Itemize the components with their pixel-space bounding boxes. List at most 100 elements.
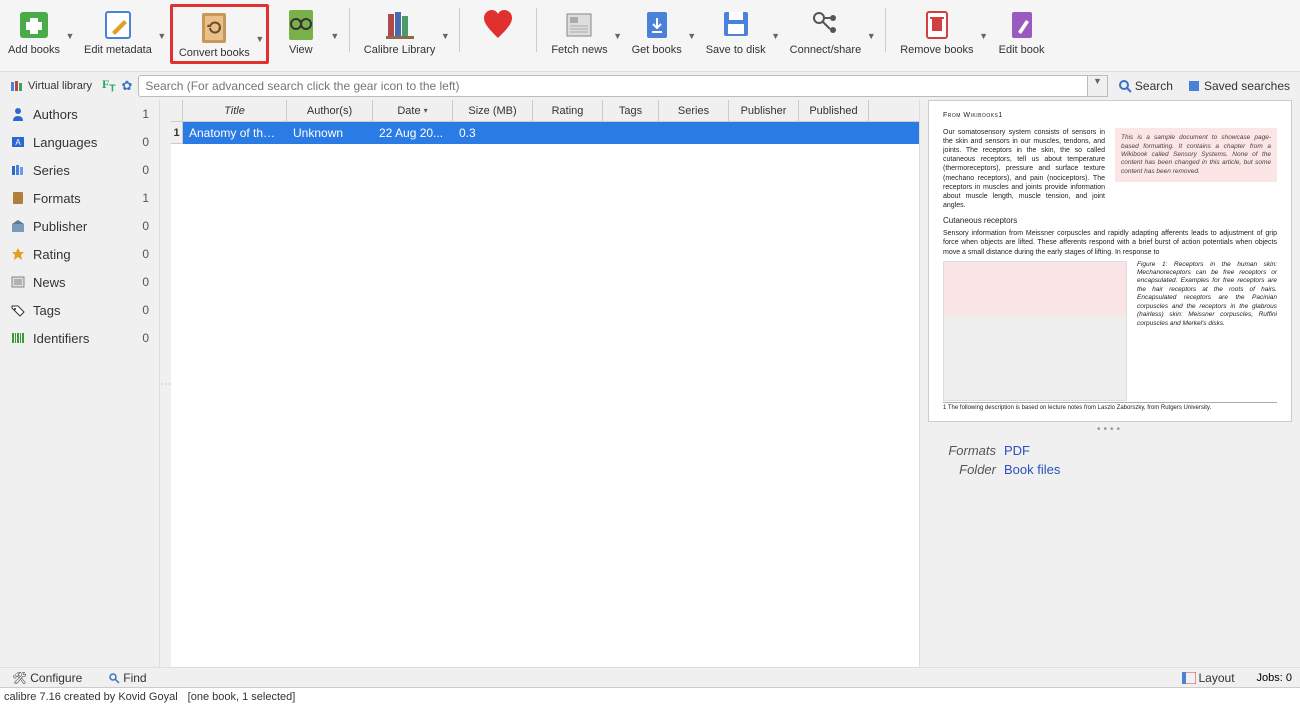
sidebar-item-label: Tags (33, 303, 60, 318)
formats-link[interactable]: PDF (1004, 443, 1030, 458)
find-button[interactable]: Find (104, 669, 150, 687)
search-bar: Virtual library FT ✿ ▼ Search Saved sear… (0, 72, 1300, 100)
preview-figure (943, 261, 1127, 401)
sidebar-item-count: 0 (142, 247, 149, 261)
configure-button[interactable]: 🛠 Configure (8, 669, 86, 687)
virtual-library-button[interactable]: Virtual library (6, 77, 96, 95)
preview-subhead: Cutaneous receptors (943, 216, 1277, 226)
add-books-icon (16, 6, 52, 42)
preview-paragraph-2: Sensory information from Meissner corpus… (943, 229, 1277, 256)
preview-figure-caption: Figure 1: Receptors in the human skin: M… (1137, 261, 1277, 401)
sidebar-item-label: Languages (33, 135, 97, 150)
connect-share-button[interactable]: Connect/share (784, 4, 868, 58)
formats-icon (10, 190, 26, 206)
series-icon (10, 162, 26, 178)
virtual-library-label: Virtual library (28, 80, 92, 92)
languages-icon: A (10, 134, 26, 150)
column-header-rating[interactable]: Rating (533, 100, 603, 121)
cell: 0.3 (453, 126, 533, 140)
column-header-authors[interactable]: Author(s) (287, 100, 373, 121)
search-input[interactable] (138, 75, 1088, 97)
sidebar-item-label: Authors (33, 107, 78, 122)
tag-browser: Authors1ALanguages0Series0Formats1Publis… (0, 100, 160, 667)
table-header: TitleAuthor(s)DateSize (MB)RatingTagsSer… (171, 100, 919, 122)
tags-icon (10, 302, 26, 318)
edit-metadata-icon (100, 6, 136, 42)
identifiers-icon (10, 330, 26, 346)
remove-books-button[interactable]: Remove books (894, 4, 979, 58)
sidebar-item-count: 1 (142, 107, 149, 121)
fetch-news-button[interactable]: Fetch news (545, 4, 613, 58)
column-header-published[interactable]: Published (799, 100, 869, 121)
sidebar-item-count: 0 (142, 303, 149, 317)
cover-preview[interactable]: From Wikibooks1 Our somatosensory system… (928, 100, 1292, 422)
save-icon (718, 6, 754, 42)
book-details-panel: From Wikibooks1 Our somatosensory system… (920, 100, 1300, 667)
sidebar-item-count: 0 (142, 275, 149, 289)
save-to-disk-button[interactable]: Save to disk (700, 4, 772, 58)
preview-paragraph: Our somatosensory system consists of sen… (943, 128, 1105, 210)
view-icon (283, 6, 319, 42)
sidebar-item-count: 0 (142, 163, 149, 177)
layout-button[interactable]: Layout (1178, 669, 1239, 687)
view-button[interactable]: View (271, 4, 331, 58)
preview-note: This is a sample document to showcase pa… (1115, 128, 1277, 182)
column-header-title[interactable]: Title (183, 100, 287, 121)
bottom-bar: 🛠 Configure Find Layout Jobs: 0 (0, 667, 1300, 687)
saved-searches-button[interactable]: Saved searches (1183, 77, 1294, 95)
donate-button[interactable] (468, 4, 528, 46)
authors-icon (10, 106, 26, 122)
cell: 1 (171, 122, 183, 144)
sidebar-item-languages[interactable]: ALanguages0 (0, 128, 159, 156)
sidebar-item-news[interactable]: News0 (0, 268, 159, 296)
sidebar-item-formats[interactable]: Formats1 (0, 184, 159, 212)
column-header-rownum[interactable] (171, 100, 183, 121)
preview-footnote: 1 The following description is based on … (943, 402, 1277, 413)
sidebar-item-label: Rating (33, 247, 71, 262)
news-icon (10, 274, 26, 290)
add-books-button[interactable]: Add books (2, 4, 66, 58)
sidebar-splitter[interactable]: ⋮ (160, 379, 171, 389)
calibre-library-button[interactable]: Calibre Library (358, 4, 442, 58)
svg-text:A: A (15, 138, 21, 147)
column-header-date[interactable]: Date (373, 100, 453, 121)
edit-book-button[interactable]: Edit book (992, 4, 1052, 58)
formats-label: Formats (936, 443, 996, 458)
edit-metadata-button[interactable]: Edit metadata (78, 4, 158, 58)
sidebar-item-count: 1 (142, 191, 149, 205)
search-button[interactable]: Search (1114, 77, 1177, 95)
column-header-sizemb[interactable]: Size (MB) (453, 100, 533, 121)
book-list: TitleAuthor(s)DateSize (MB)RatingTagsSer… (171, 100, 920, 667)
folder-link[interactable]: Book files (1004, 462, 1060, 477)
column-header-series[interactable]: Series (659, 100, 729, 121)
get-books-icon (639, 6, 675, 42)
get-books-button[interactable]: Get books (626, 4, 688, 58)
sidebar-item-label: Publisher (33, 219, 87, 234)
sidebar-item-publisher[interactable]: Publisher0 (0, 212, 159, 240)
convert-books-icon (196, 9, 232, 45)
cell: Anatomy of the ... (183, 126, 287, 140)
search-gear-icon[interactable]: ✿ (121, 78, 132, 94)
table-row[interactable]: 1Anatomy of the ...Unknown22 Aug 20...0.… (171, 122, 919, 144)
convert-books-button[interactable]: Convert books (173, 7, 256, 61)
preview-source: From Wikibooks1 (943, 111, 1277, 120)
folder-label: Folder (936, 462, 996, 477)
heart-icon (480, 6, 516, 42)
edit-book-icon (1004, 6, 1040, 42)
search-icon (108, 672, 120, 684)
books-icon (10, 79, 24, 93)
sidebar-item-identifiers[interactable]: Identifiers0 (0, 324, 159, 352)
cell: Unknown (287, 126, 373, 140)
saved-searches-icon (1187, 79, 1201, 93)
fulltext-search-icon[interactable]: FT (102, 77, 115, 94)
preview-splitter[interactable]: •••• (928, 422, 1292, 437)
fetch-news-icon (561, 6, 597, 42)
sidebar-item-series[interactable]: Series0 (0, 156, 159, 184)
sidebar-item-rating[interactable]: Rating 0 (0, 240, 159, 268)
sidebar-item-authors[interactable]: Authors 1 (0, 100, 159, 128)
jobs-label[interactable]: Jobs: 0 (1257, 672, 1292, 684)
sidebar-item-tags[interactable]: Tags 0 (0, 296, 159, 324)
column-header-publisher[interactable]: Publisher (729, 100, 799, 121)
column-header-tags[interactable]: Tags (603, 100, 659, 121)
search-history-dropdown[interactable]: ▼ (1088, 75, 1108, 97)
